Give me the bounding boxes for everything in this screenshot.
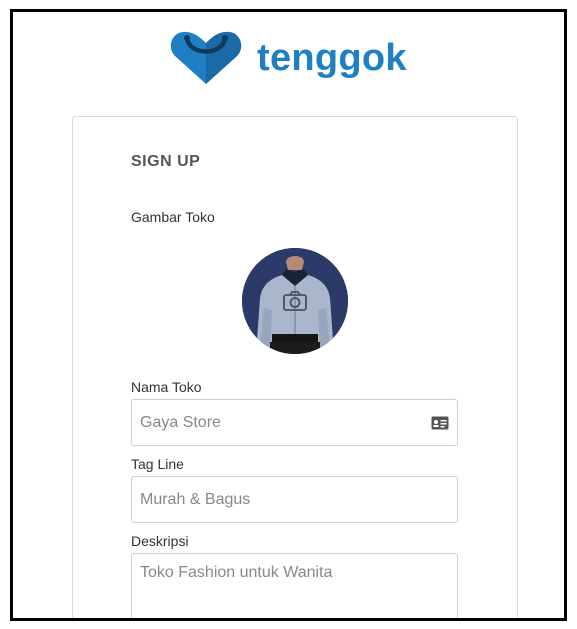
store-name-field[interactable] (131, 399, 458, 446)
brand-name: tenggok (257, 37, 407, 79)
description-label: Deskripsi (131, 533, 189, 549)
description-field[interactable] (131, 553, 458, 618)
signup-card: SIGN UP Gambar Toko Nama Toko Gaya Store… (72, 116, 518, 618)
app-frame: tenggok SIGN UP Gambar Toko Nama Toko Ga… (10, 9, 567, 621)
tag-line-input[interactable] (140, 490, 449, 509)
store-name-label: Nama Toko (131, 379, 202, 395)
description-input[interactable] (140, 564, 449, 618)
page-title: SIGN UP (131, 153, 201, 170)
tag-line-field[interactable] (131, 476, 458, 523)
id-card-icon (431, 416, 449, 429)
heart-shopping-bag-icon (170, 31, 242, 85)
brand-logo[interactable]: tenggok (169, 28, 407, 88)
store-name-input[interactable] (140, 413, 425, 432)
store-image-label: Gambar Toko (131, 209, 215, 225)
store-image-upload[interactable] (242, 248, 348, 354)
tag-line-label: Tag Line (131, 456, 184, 472)
camera-icon (283, 291, 307, 311)
